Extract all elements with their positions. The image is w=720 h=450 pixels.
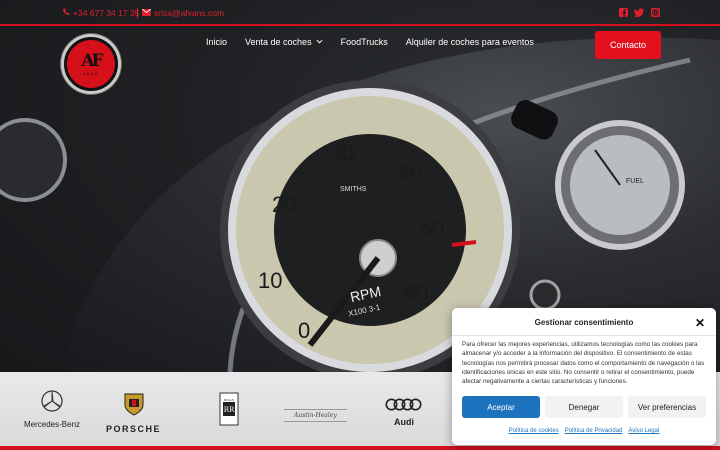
logo-subtitle: VANS: [82, 70, 100, 76]
consent-message: Para ofrecer las mejores experiencias, u…: [462, 341, 705, 386]
brand-austin-healey: Austin-Healey: [284, 406, 347, 422]
site-logo[interactable]: AF VANS: [61, 34, 121, 94]
close-icon[interactable]: ✕: [695, 316, 705, 330]
nav-item-venta-de-coches[interactable]: Venta de coches: [245, 37, 323, 47]
gauge-tick: 0: [298, 318, 311, 343]
nav-item-label: Inicio: [206, 37, 228, 47]
consent-title: Gestionar consentimiento: [534, 318, 634, 327]
facebook-icon[interactable]: [618, 7, 628, 17]
gauge-tick: 40: [397, 160, 422, 185]
accept-button[interactable]: Aceptar: [462, 396, 540, 418]
brand-name: Audi: [394, 417, 414, 427]
gauge-tick: 30: [330, 140, 355, 165]
brand-mercedes: Mercedes-Benz: [24, 390, 80, 429]
mercedes-star-icon: [41, 390, 63, 417]
brand-audi: Audi: [385, 398, 423, 427]
consent-links: Política de cookies Política de Privacid…: [452, 428, 716, 434]
top-contact-bar: +34 677 34 17 35 sriza@afvans.com: [0, 0, 720, 26]
gauge-tick: 50: [420, 216, 445, 241]
brand-name: Mercedes-Benz: [24, 420, 81, 429]
cookie-policy-link[interactable]: Política de cookies: [509, 428, 559, 434]
brand-name: PORSCHE: [106, 424, 162, 434]
main-navigation: Inicio Venta de coches FoodTrucks Alquil…: [206, 37, 534, 47]
phone-contact[interactable]: +34 677 34 17 35: [62, 8, 139, 18]
email-contact[interactable]: sriza@afvans.com: [137, 8, 224, 18]
social-links: [618, 7, 660, 17]
brand-name: ROLLS ROYCE: [223, 398, 235, 406]
brand-rolls-royce: RR ROLLS ROYCE: [219, 392, 239, 431]
svg-text:RR: RR: [224, 406, 235, 414]
brand-porsche: PORSCHE: [106, 392, 161, 434]
gauge-brand: SMITHS: [340, 186, 367, 193]
cookie-consent-dialog: Gestionar consentimiento ✕ Para ofrecer …: [452, 308, 716, 445]
nav-item-inicio[interactable]: Inicio: [206, 37, 227, 47]
envelope-icon: [141, 8, 152, 18]
legal-notice-link[interactable]: Aviso Legal: [628, 428, 659, 434]
view-preferences-button[interactable]: Ver preferencias: [628, 396, 706, 418]
phone-icon: [62, 8, 70, 18]
nav-item-foodtrucks[interactable]: FoodTrucks: [341, 37, 388, 47]
gauge-tick: 60: [404, 280, 429, 305]
divider: [452, 335, 716, 336]
gauge-tick: 20: [272, 192, 297, 217]
instagram-icon[interactable]: [650, 7, 660, 17]
privacy-policy-link[interactable]: Política de Privacidad: [565, 428, 623, 434]
email-address: sriza@afvans.com: [154, 8, 225, 18]
audi-rings-icon: [385, 398, 423, 416]
porsche-crest-icon: [124, 392, 144, 421]
logo-mark: AF: [81, 50, 103, 71]
logo-badge: AF VANS: [67, 40, 115, 88]
deny-button[interactable]: Denegar: [545, 396, 623, 418]
nav-item-label: Venta de coches: [245, 37, 312, 47]
gauge-tick: 10: [258, 268, 283, 293]
nav-item-label: FoodTrucks: [340, 37, 388, 47]
nav-item-alquiler[interactable]: Alquiler de coches para eventos: [406, 37, 534, 47]
phone-number: +34 677 34 17 35: [73, 8, 140, 18]
chevron-down-icon: [316, 39, 323, 46]
contact-button[interactable]: Contacto: [595, 31, 661, 59]
fuel-label: FUEL: [626, 178, 644, 185]
twitter-icon[interactable]: [634, 7, 644, 17]
brand-name: Austin-Healey: [284, 409, 347, 422]
nav-item-label: Alquiler de coches para eventos: [405, 37, 534, 47]
